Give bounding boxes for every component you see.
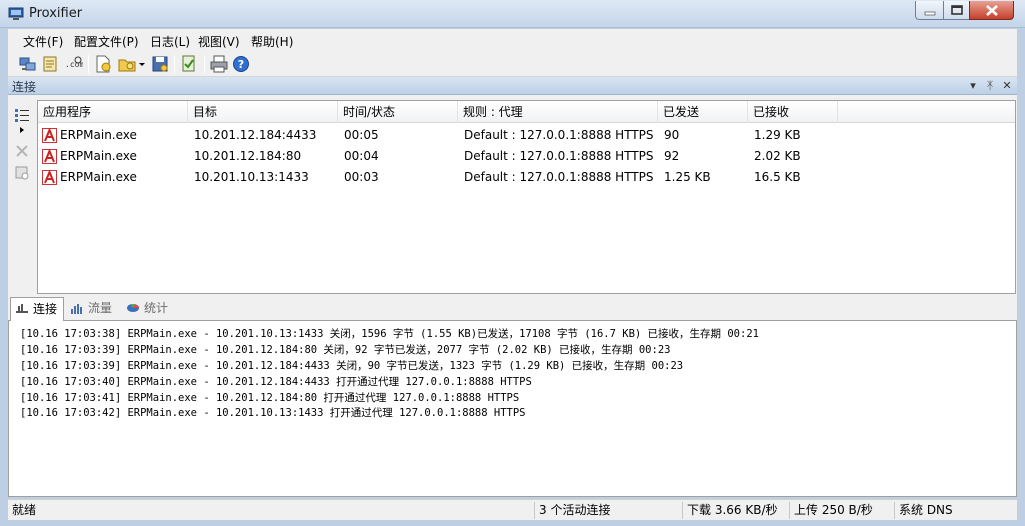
connections-pane-header: 连接 ▾ ᛡ ✕ (8, 77, 1017, 95)
cell-received: 1.29 KB (754, 128, 801, 142)
tab-label: 连接 (33, 302, 58, 316)
maximize-button[interactable] (943, 1, 970, 20)
close-connection-icon[interactable] (14, 143, 30, 159)
column-header-received[interactable]: 已接收 (748, 101, 838, 123)
log-line: [10.16 17:03:41] ERPMain.exe - 10.201.12… (20, 391, 520, 404)
statistics-tab-icon (127, 304, 139, 312)
minimize-button[interactable] (915, 1, 944, 20)
side-toolbar (10, 101, 34, 281)
toolbar-separator (204, 55, 205, 73)
open-profile-icon[interactable] (117, 54, 137, 74)
cell-app: ERPMain.exe (60, 170, 137, 184)
toolbar-separator (88, 55, 89, 73)
column-header-rule[interactable]: 规则 : 代理 (458, 101, 658, 123)
log-panel[interactable]: [10.16 17:03:38] ERPMain.exe - 10.201.10… (8, 321, 1017, 497)
table-row[interactable]: ERPMain.exe 10.201.12.184:80 00:04 Defau… (38, 146, 1015, 167)
status-download-rate: 下载 3.66 KB/秒 (682, 502, 788, 519)
save-profile-icon[interactable] (150, 54, 170, 74)
log-line: [10.16 17:03:39] ERPMain.exe - 10.201.12… (20, 343, 671, 356)
column-header-sent[interactable]: 已发送 (658, 101, 748, 123)
menu-profile[interactable]: 配置文件(P) (74, 33, 139, 50)
pane-menu-icon[interactable]: ▾ (966, 79, 980, 93)
resolve-icon[interactable]: .com (63, 54, 83, 74)
column-header-app[interactable]: 应用程序 (38, 101, 188, 123)
cell-time: 00:04 (344, 149, 379, 163)
cell-time: 00:05 (344, 128, 379, 142)
connect-icon[interactable] (18, 54, 38, 74)
svg-text:?: ? (238, 58, 244, 71)
log-line: [10.16 17:03:38] ERPMain.exe - 10.201.10… (20, 328, 759, 340)
connection-details-icon[interactable] (14, 165, 30, 181)
new-profile-icon[interactable] (93, 54, 113, 74)
tab-traffic[interactable]: 流量 (66, 297, 120, 320)
cell-rule: Default : 127.0.0.1:8888 HTTPS (464, 128, 654, 142)
cell-target: 10.201.10.13:1433 (194, 170, 309, 184)
pin-icon[interactable]: ᛡ (983, 79, 997, 93)
close-button[interactable] (969, 1, 1014, 20)
column-header-time[interactable]: 时间/状态 (338, 101, 458, 123)
table-row[interactable]: ERPMain.exe 10.201.12.184:4433 00:05 Def… (38, 125, 1015, 146)
connections-table: 应用程序 目标 时间/状态 规则 : 代理 已发送 已接收 ERPMain.ex… (37, 100, 1016, 294)
tab-connections[interactable]: 连接 (10, 297, 64, 321)
cell-sent: 92 (664, 149, 680, 163)
status-upload-rate: 上传 250 B/秒 (789, 502, 893, 519)
cell-received: 2.02 KB (754, 149, 801, 163)
status-ready: 就绪 (12, 503, 37, 517)
log-line: [10.16 17:03:39] ERPMain.exe - 10.201.12… (20, 359, 684, 372)
cell-target: 10.201.12.184:80 (194, 149, 302, 163)
connections-area: 应用程序 目标 时间/状态 规则 : 代理 已发送 已接收 ERPMain.ex… (8, 95, 1017, 296)
cell-app: ERPMain.exe (60, 149, 137, 163)
status-bar: 就绪 3 个活动连接 下载 3.66 KB/秒 上传 250 B/秒 系统 DN… (8, 499, 1017, 520)
column-header-target[interactable]: 目标 (188, 101, 338, 123)
tab-label: 流量 (88, 301, 113, 315)
toolbar-separator (174, 55, 175, 73)
cell-time: 00:03 (344, 170, 379, 184)
list-view-icon[interactable] (14, 107, 30, 123)
cell-target: 10.201.12.184:4433 (194, 128, 317, 142)
status-dns: 系统 DNS (894, 502, 1004, 519)
toolbar: .com ? (8, 51, 1017, 77)
cell-sent: 1.25 KB (664, 170, 711, 184)
menu-file[interactable]: 文件(F) (23, 33, 63, 50)
proxifier-app-icon (8, 7, 24, 20)
expand-arrow-icon[interactable] (14, 125, 30, 135)
pane-title: 连接 (12, 80, 37, 94)
log-line: [10.16 17:03:42] ERPMain.exe - 10.201.10… (20, 407, 526, 420)
title-bar: Proxifier (0, 0, 1025, 28)
help-icon[interactable]: ? (231, 54, 251, 74)
log-line: [10.16 17:03:40] ERPMain.exe - 10.201.12… (20, 375, 532, 388)
menu-help[interactable]: 帮助(H) (251, 33, 293, 50)
traffic-tab-icon (71, 304, 82, 314)
close-pane-icon[interactable]: ✕ (1000, 79, 1014, 93)
print-icon[interactable] (209, 54, 229, 74)
cell-sent: 90 (664, 128, 680, 142)
profile-icon[interactable] (40, 54, 60, 74)
bottom-tabs: 连接 流量 统计 (8, 296, 1017, 321)
menu-bar: 文件(F) 配置文件(P) 日志(L) 视图(V) 帮助(H) (8, 29, 1017, 51)
tab-statistics[interactable]: 统计 (122, 297, 178, 320)
connections-tab-icon (16, 304, 28, 313)
cell-app: ERPMain.exe (60, 128, 137, 142)
menu-log[interactable]: 日志(L) (150, 33, 190, 50)
dropdown-arrow-icon[interactable] (137, 54, 147, 74)
cell-received: 16.5 KB (754, 170, 801, 184)
tab-label: 统计 (144, 301, 169, 315)
menu-view[interactable]: 视图(V) (198, 33, 240, 50)
status-active-connections: 3 个活动连接 (534, 502, 680, 519)
table-row[interactable]: ERPMain.exe 10.201.10.13:1433 00:03 Defa… (38, 167, 1015, 188)
table-header: 应用程序 目标 时间/状态 规则 : 代理 已发送 已接收 (38, 101, 1015, 123)
window-title: Proxifier (29, 6, 83, 21)
proxy-check-icon[interactable] (179, 54, 199, 74)
cell-rule: Default : 127.0.0.1:8888 HTTPS (464, 170, 654, 184)
cell-rule: Default : 127.0.0.1:8888 HTTPS (464, 149, 654, 163)
